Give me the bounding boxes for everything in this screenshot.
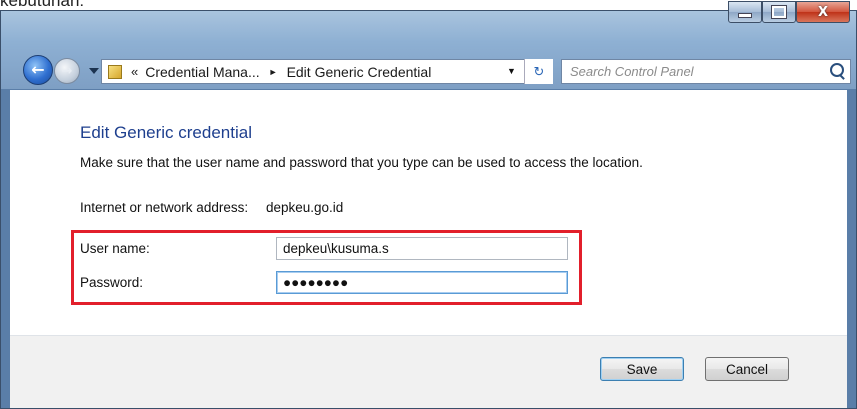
back-button[interactable]: ← [23,55,53,85]
back-arrow-icon: ← [31,60,45,79]
address-bar[interactable]: « Credential Mana... ► Edit Generic Cred… [101,59,553,84]
maximize-button[interactable] [762,1,796,23]
password-label: Password: [80,275,144,290]
network-address-value: depkeu.go.id [266,200,344,215]
close-button[interactable]: X [796,1,850,23]
search-box[interactable] [561,59,851,84]
forward-arrow-icon: → [61,63,73,79]
overflow-chevron-icon[interactable]: « [131,64,138,79]
caption-buttons: X [728,1,850,29]
username-field[interactable] [276,237,568,260]
minimize-icon [738,12,752,18]
window-title-bar: X ← → « Credential Mana... ► Edit Generi… [1,1,856,89]
search-icon[interactable] [830,62,844,77]
network-address-label: Internet or network address: [80,200,249,215]
navigation-bar: ← → « Credential Mana... ► Edit Generic … [1,51,856,85]
edit-credential-window: X ← → « Credential Mana... ► Edit Generi… [0,1,857,409]
page-title: Edit Generic credential [80,123,252,142]
recent-pages-dropdown-icon[interactable] [89,68,99,74]
instruction-text: Make sure that the user name and passwor… [80,155,643,170]
password-field[interactable] [276,271,568,294]
minimize-button[interactable] [728,1,762,23]
breadcrumb-separator-icon[interactable]: ► [269,67,278,77]
address-dropdown-icon[interactable]: ▼ [507,66,516,76]
breadcrumb-edit-generic-credential[interactable]: Edit Generic Credential [287,64,432,80]
username-label: User name: [80,241,150,256]
save-button[interactable]: Save [600,357,684,381]
cancel-button[interactable]: Cancel [705,357,789,381]
forward-button[interactable]: → [54,58,80,84]
search-input[interactable] [568,60,812,83]
control-panel-icon [108,64,122,79]
refresh-button[interactable]: ↻ [524,59,553,84]
close-icon: X [817,4,829,20]
maximize-icon [771,5,787,19]
breadcrumb-credential-manager[interactable]: Credential Mana... [145,64,259,80]
refresh-icon: ↻ [533,63,545,79]
content-area: Edit Generic credential Make sure that t… [10,90,847,408]
